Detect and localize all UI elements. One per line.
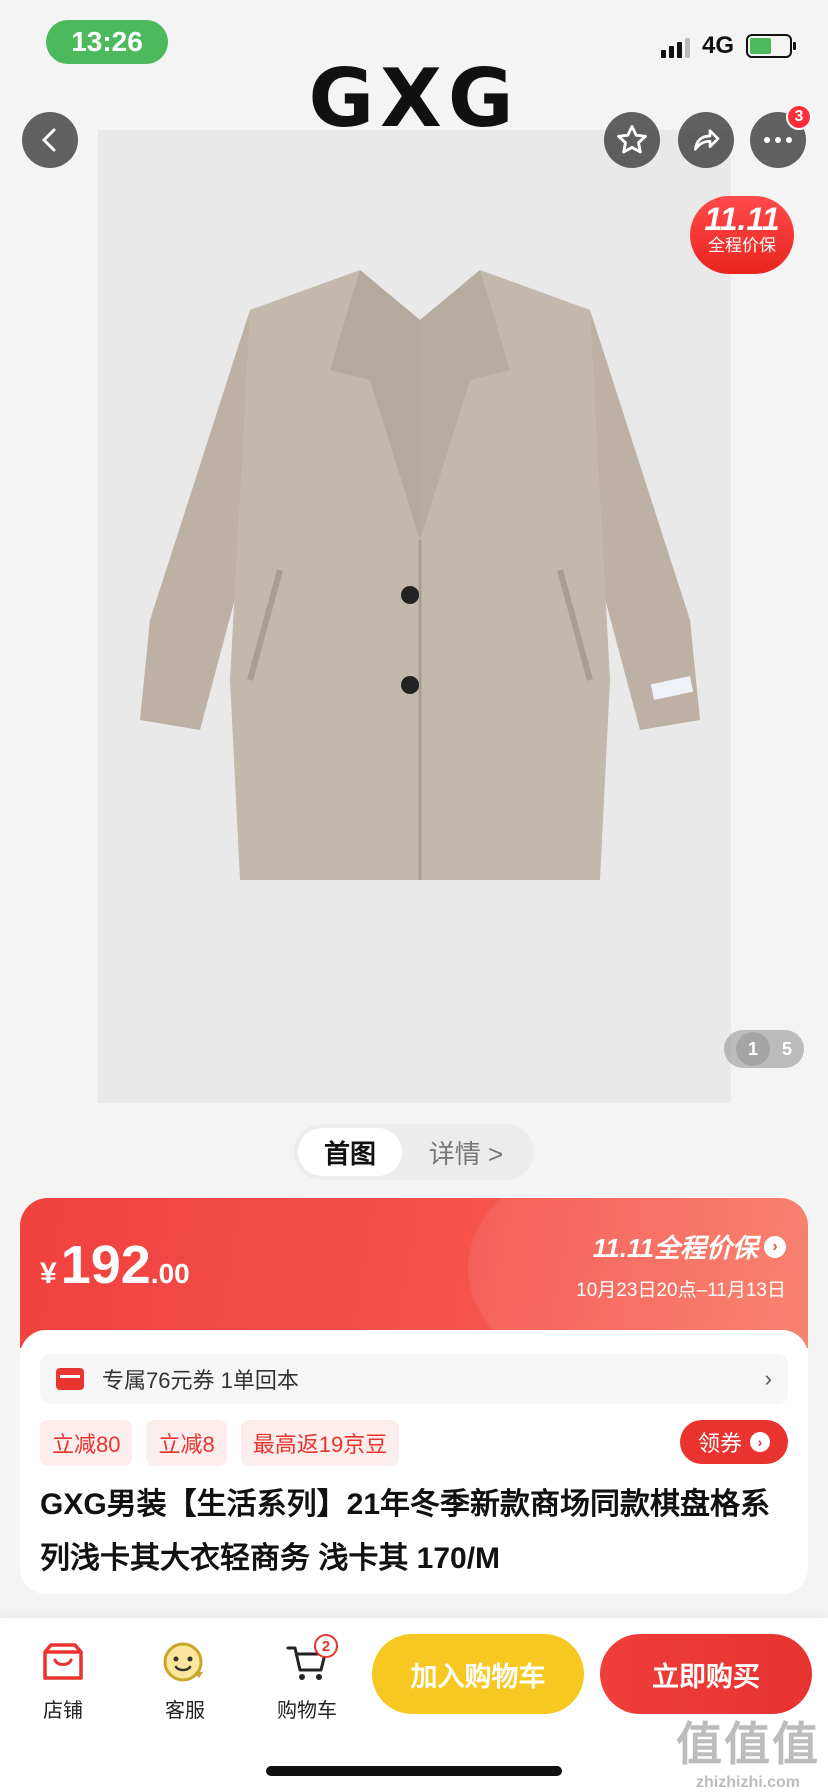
exclusive-coupon-row[interactable]: 专属76元券 1单回本 › — [40, 1354, 788, 1404]
price-protect-dates: 10月23日20点–11月13日 — [576, 1280, 786, 1301]
shop-icon — [43, 1643, 83, 1680]
more-dots-icon — [764, 137, 792, 143]
watermark: 值值值 zhizhizhi.com — [676, 1708, 820, 1792]
cart-button[interactable]: 2 购物车 — [262, 1634, 352, 1723]
price-banner: ¥ 192 .00 11.11全程价保 › 10月23日20点–11月13日 — [20, 1198, 808, 1348]
cart-label: 购物车 — [277, 1700, 337, 1722]
customer-service-icon — [163, 1642, 203, 1682]
watermark-logo: 值值值 — [676, 1718, 820, 1770]
share-button[interactable] — [678, 112, 734, 168]
share-icon — [694, 129, 720, 151]
more-button[interactable]: 3 — [750, 104, 812, 168]
price-integer: 192 — [60, 1235, 151, 1295]
price-protect[interactable]: 11.11全程价保 › 10月23日20点–11月13日 — [576, 1228, 786, 1302]
shop-button[interactable]: 店铺 — [18, 1638, 108, 1723]
notification-badge: 3 — [786, 104, 812, 130]
price-protect-title: 11.11全程价保 — [592, 1233, 758, 1263]
promo-badge-subtitle: 全程价保 — [708, 236, 776, 255]
buy-now-button[interactable]: 立即购买 — [600, 1634, 812, 1714]
favorite-button[interactable] — [604, 112, 660, 168]
tab-details[interactable]: 详情 > — [402, 1128, 530, 1176]
service-button[interactable]: 客服 — [140, 1638, 230, 1723]
price-protect-badge: 11.11 全程价保 — [690, 196, 794, 274]
price-currency: ¥ — [40, 1257, 57, 1290]
promo-tag: 立减80 — [40, 1420, 133, 1466]
promo-badge-title: 11.11 — [704, 201, 780, 237]
chevron-right-icon: › — [750, 1432, 770, 1452]
product-info-card: 专属76元券 1单回本 › 立减80 立减8 最高返19京豆 领券 › GXG男… — [20, 1330, 808, 1594]
price: ¥ 192 .00 — [40, 1234, 190, 1296]
shop-label: 店铺 — [43, 1700, 83, 1722]
service-label: 客服 — [165, 1700, 205, 1722]
star-icon — [617, 125, 647, 154]
product-title: GXG男装【生活系列】21年冬季新款商场同款棋盘格系列浅卡其大衣轻商务 浅卡其 … — [40, 1488, 771, 1575]
back-button[interactable] — [22, 112, 78, 168]
chevron-left-icon — [41, 128, 56, 152]
promo-tags: 立减80 立减8 最高返19京豆 — [40, 1420, 400, 1466]
chevron-right-icon: › — [764, 1235, 786, 1258]
price-decimal: .00 — [150, 1258, 190, 1289]
pager-current: 1 — [735, 1032, 770, 1066]
image-pager: 1 5 — [724, 1030, 804, 1068]
coupon-text: 专属76元券 1单回本 — [102, 1368, 299, 1393]
coat-illustration — [140, 270, 700, 880]
cart-count-badge: 2 — [314, 1634, 338, 1658]
coupon-icon — [56, 1368, 84, 1390]
promo-tag: 立减8 — [146, 1420, 227, 1466]
add-to-cart-button[interactable]: 加入购物车 — [372, 1634, 584, 1714]
promo-tag: 最高返19京豆 — [240, 1420, 400, 1466]
home-indicator[interactable] — [266, 1766, 562, 1776]
watermark-url: zhizhizhi.com — [696, 1774, 800, 1791]
chevron-right-icon: › — [764, 1366, 772, 1391]
pager-total: 5 — [781, 1038, 792, 1059]
get-coupon-label: 领券 — [697, 1431, 742, 1456]
get-coupon-button[interactable]: 领券 › — [680, 1420, 788, 1464]
image-detail-switch: 首图 详情 > — [294, 1124, 534, 1180]
tab-main-image[interactable]: 首图 — [298, 1128, 402, 1176]
